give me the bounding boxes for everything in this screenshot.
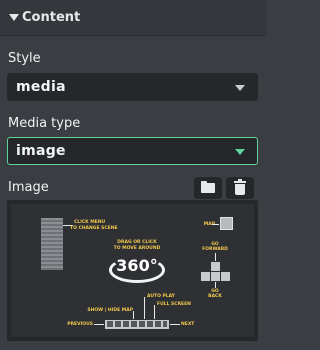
media-type-label: Media type xyxy=(8,116,81,131)
style-select[interactable]: media xyxy=(7,73,258,101)
folder-icon xyxy=(201,181,215,193)
preview-pointer xyxy=(215,282,216,288)
preview-change-scene: TO CHANGE SCENE xyxy=(70,226,118,231)
content-section-header[interactable]: Content xyxy=(0,0,266,36)
preview-auto-play: AUTO PLAY xyxy=(147,294,175,299)
upload-image-button[interactable] xyxy=(194,177,222,199)
preview-menu-graphic xyxy=(41,218,63,270)
image-label: Image xyxy=(8,180,49,195)
preview-key-right xyxy=(221,272,230,281)
media-type-select-value: image xyxy=(16,143,66,159)
style-select-value: media xyxy=(16,79,66,95)
preview-ctrl xyxy=(147,321,153,327)
preview-pointer xyxy=(215,253,216,261)
preview-pointer xyxy=(144,297,145,319)
preview-previous: PREVIOUS xyxy=(67,322,93,327)
preview-key-up xyxy=(211,262,220,271)
preview-forward: FORWARD xyxy=(202,247,228,252)
image-preview-frame[interactable]: CLICK MENU TO CHANGE SCENE MAP DRAG OR C… xyxy=(7,200,258,341)
preview-next: NEXT xyxy=(181,322,195,327)
style-label: Style xyxy=(8,51,41,66)
preview-key-left xyxy=(201,272,210,281)
preview-move: TO MOVE AROUND xyxy=(113,246,161,251)
preview-control-bar xyxy=(105,320,169,329)
media-type-select[interactable]: image xyxy=(7,137,258,165)
delete-image-button[interactable] xyxy=(226,177,254,199)
preview-ctrl xyxy=(155,321,161,327)
preview-ctrl xyxy=(139,321,145,327)
preview-pointer xyxy=(154,305,155,319)
chevron-down-icon xyxy=(235,149,245,155)
preview-ctrl xyxy=(163,321,167,327)
preview-pointer xyxy=(170,324,180,325)
preview-full-screen: FULL SCREEN xyxy=(157,302,191,307)
preview-click-menu: CLICK MENU xyxy=(74,220,106,225)
image-preview: CLICK MENU TO CHANGE SCENE MAP DRAG OR C… xyxy=(11,204,254,337)
preview-pointer xyxy=(212,224,219,225)
trash-icon xyxy=(234,179,246,183)
preview-map-graphic xyxy=(220,217,233,230)
chevron-down-icon xyxy=(235,85,245,91)
preview-360-text: 360° xyxy=(116,256,158,275)
section-title: Content xyxy=(22,10,81,25)
trash-icon-body xyxy=(235,184,245,195)
preview-ctrl xyxy=(131,321,137,327)
preview-pointer xyxy=(94,324,104,325)
preview-ctrl xyxy=(115,321,121,327)
preview-drag: DRAG OR CLICK xyxy=(117,240,157,245)
preview-pointer xyxy=(133,311,134,319)
preview-ctrl xyxy=(123,321,129,327)
preview-key-down xyxy=(211,272,220,281)
preview-show-hide-map: SHOW | HIDE MAP xyxy=(87,308,133,313)
preview-go-back-2: BACK xyxy=(208,294,222,299)
preview-ctrl xyxy=(107,321,113,327)
caret-down-icon xyxy=(9,14,19,21)
